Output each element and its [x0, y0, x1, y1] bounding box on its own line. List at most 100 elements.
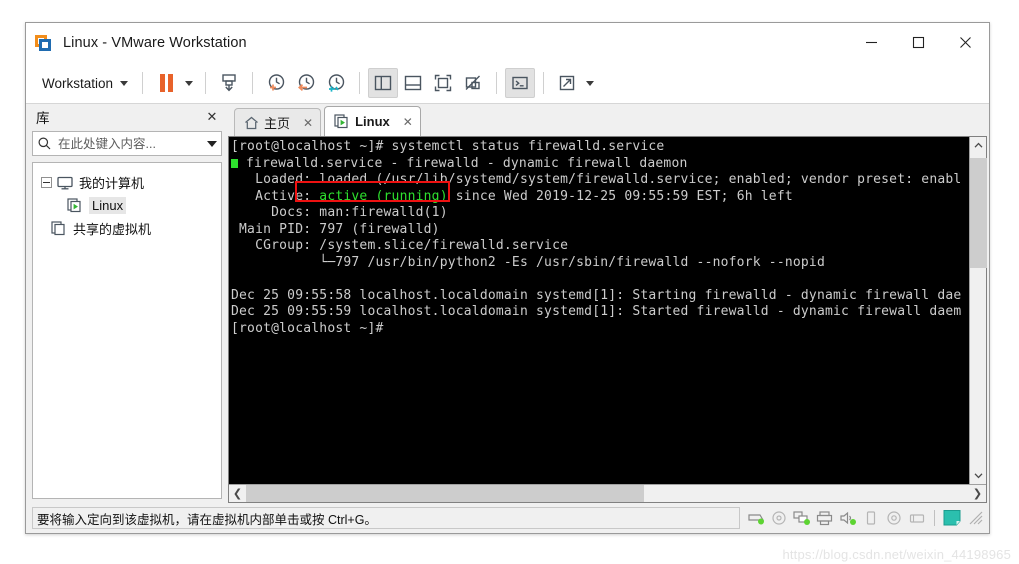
- close-icon[interactable]: ✕: [403, 115, 413, 129]
- library-sidebar: 库 ✕ 在此处键入内容... 我的计算机 Linux 共享的虚拟机: [26, 104, 228, 503]
- scroll-up-button[interactable]: [970, 137, 986, 154]
- minimize-button[interactable]: [848, 23, 895, 63]
- terminal-line: Main PID: 797 (firewalld): [231, 221, 440, 237]
- tree-item-label: Linux: [89, 197, 127, 214]
- mobile-device-icon[interactable]: [861, 508, 881, 528]
- tab-strip: 主页 ✕ Linux ✕: [228, 104, 987, 136]
- cd-dvd-icon[interactable]: [769, 508, 789, 528]
- workstation-menu-button[interactable]: Workstation: [36, 72, 134, 95]
- shared-vm-icon: [51, 221, 68, 236]
- status-separator: [934, 510, 935, 526]
- chevron-down-icon: [586, 80, 595, 86]
- window-body: 库 ✕ 在此处键入内容... 我的计算机 Linux 共享的虚拟机 主页 ✕ L…: [26, 104, 989, 503]
- workstation-menu-label: Workstation: [42, 75, 114, 91]
- full-screen-button[interactable]: [428, 68, 458, 98]
- chevron-down-icon[interactable]: [207, 140, 217, 147]
- tab-label: 主页: [264, 116, 291, 131]
- terminal-line: Docs: man:firewalld(1): [231, 205, 448, 220]
- tree-item-label: 我的计算机: [79, 176, 145, 191]
- tree-item-my-computer[interactable]: 我的计算机: [33, 171, 221, 194]
- network-adapter-icon[interactable]: [792, 508, 812, 528]
- active-prefix: Active:: [231, 188, 320, 204]
- revert-snapshot-button[interactable]: [291, 68, 321, 98]
- close-icon[interactable]: ✕: [303, 116, 313, 130]
- maximize-button[interactable]: [895, 23, 942, 63]
- toolbar-separator: [252, 72, 254, 94]
- chevron-down-icon: [120, 80, 129, 86]
- sound-card-icon[interactable]: [838, 508, 858, 528]
- manage-snapshots-button[interactable]: [321, 68, 351, 98]
- show-library-button[interactable]: [368, 68, 399, 98]
- stretch-button[interactable]: [552, 68, 582, 98]
- vmware-logo-icon: [35, 34, 53, 52]
- snapshot-button[interactable]: [214, 68, 244, 98]
- take-snapshot-button[interactable]: [261, 68, 291, 98]
- window-controls: [848, 23, 989, 63]
- fullscreen-icon: [434, 74, 452, 92]
- horizontal-scrollbar[interactable]: ❮ ❯: [229, 484, 986, 502]
- power-dropdown[interactable]: [181, 69, 197, 97]
- terminal-screen[interactable]: [root@localhost ~]# systemctl status fir…: [229, 137, 969, 484]
- horizontal-scroll-track[interactable]: [246, 485, 969, 502]
- toolbar-separator: [543, 72, 545, 94]
- console-button[interactable]: [505, 68, 536, 98]
- terminal-line: [root@localhost ~]# systemctl status fir…: [231, 139, 665, 154]
- tree-item-shared-vms[interactable]: 共享的虚拟机: [33, 217, 221, 240]
- bottom-panel-icon: [404, 75, 422, 91]
- show-thumbnails-button[interactable]: [398, 68, 428, 98]
- horizontal-scroll-thumb[interactable]: [246, 485, 644, 502]
- stretch-dropdown[interactable]: [582, 69, 598, 97]
- console-row: [root@localhost ~]# systemctl status fir…: [229, 137, 987, 484]
- scroll-right-button[interactable]: ❯: [969, 485, 986, 502]
- vertical-scrollbar[interactable]: [969, 137, 987, 484]
- vm-play-icon: [67, 198, 84, 213]
- hard-disk-icon[interactable]: [746, 508, 766, 528]
- terminal-line: [root@localhost ~]#: [231, 320, 384, 336]
- monitor-icon: [57, 176, 74, 190]
- status-message: 要将输入定向到该虚拟机，请在虚拟机内部单击或按 Ctrl+G。: [32, 507, 740, 529]
- home-icon: [244, 116, 259, 130]
- vertical-scroll-thumb[interactable]: [970, 158, 987, 268]
- active-status-text: active (running): [319, 188, 448, 204]
- scroll-down-button[interactable]: [970, 467, 986, 484]
- status-bullet-icon: [231, 158, 238, 168]
- scroll-left-button[interactable]: ❮: [229, 485, 246, 502]
- clock-back-icon: [298, 74, 315, 91]
- terminal-line: Loaded: loaded (/usr/lib/systemd/system/…: [231, 172, 962, 187]
- terminal-line: Dec 25 09:55:58 localhost.localdomain sy…: [231, 287, 962, 303]
- vertical-scroll-track[interactable]: [970, 154, 987, 467]
- suspend-button[interactable]: [151, 68, 181, 98]
- tab-label: Linux: [355, 114, 390, 129]
- tree-item-linux[interactable]: Linux: [33, 194, 221, 217]
- tab-linux[interactable]: Linux ✕: [324, 106, 421, 136]
- terminal-line: CGroup: /system.slice/firewalld.service: [231, 238, 569, 253]
- search-icon: [38, 137, 51, 150]
- optical-drive-icon[interactable]: [884, 508, 904, 528]
- unity-mode-button[interactable]: [458, 68, 488, 98]
- toolbar-separator: [496, 72, 498, 94]
- toolbar-separator: [205, 72, 207, 94]
- usb-device-icon[interactable]: [907, 508, 927, 528]
- vm-play-icon: [334, 114, 350, 129]
- vmware-workstation-window: Linux - VMware Workstation Workstation 库…: [25, 22, 990, 534]
- tree-item-label: 共享的虚拟机: [73, 222, 152, 237]
- close-button[interactable]: [942, 23, 989, 63]
- library-header: 库 ✕: [30, 104, 224, 130]
- resize-grip[interactable]: [969, 511, 983, 525]
- collapse-icon[interactable]: [41, 177, 52, 188]
- search-input[interactable]: [52, 136, 204, 151]
- library-search[interactable]: [32, 131, 222, 156]
- screenshot-root: Linux - VMware Workstation Workstation 库…: [0, 0, 1019, 564]
- printer-icon[interactable]: [815, 508, 835, 528]
- terminal-line: └─797 /usr/bin/python2 -Es /usr/sbin/fir…: [231, 254, 825, 270]
- console-prompt-icon: [512, 76, 528, 90]
- library-title: 库: [36, 111, 50, 126]
- clock-plus-icon: [268, 74, 285, 91]
- message-note-icon[interactable]: [942, 508, 962, 528]
- tab-home[interactable]: 主页 ✕: [234, 108, 322, 136]
- sidebar-panel-icon: [374, 75, 392, 91]
- terminal-line-text: firewalld.service - firewalld - dynamic …: [238, 155, 688, 171]
- close-icon[interactable]: ✕: [204, 109, 220, 125]
- snapshot-icon: [222, 74, 236, 92]
